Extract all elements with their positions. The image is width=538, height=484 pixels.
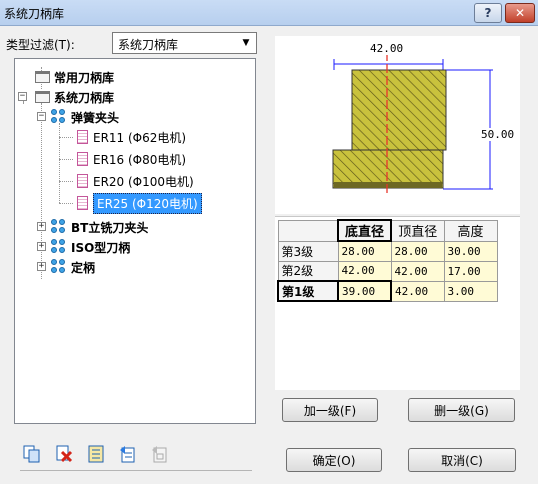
table-row[interactable]: 第3级 28.00 28.00 30.00 [277, 240, 498, 262]
expand-icon[interactable]: + [37, 262, 46, 271]
cancel-label: 取消(C) [441, 453, 483, 468]
add-level-button[interactable]: 加一级(F) [282, 398, 378, 422]
export-button[interactable] [116, 442, 140, 466]
delete-level-label: 删一级(G) [434, 403, 489, 418]
filter-label: 类型过滤(T): [6, 38, 75, 52]
properties-icon [88, 445, 104, 463]
tree-item-label: 定柄 [71, 260, 96, 275]
holder-icon [77, 130, 88, 144]
holder-profile-drawing [332, 52, 493, 196]
title-bar: 系统刀柄库 ? ✕ [0, 0, 538, 26]
holder-icon [77, 174, 88, 188]
tree-item-collet-chuck[interactable]: 弹簧夹头 [51, 107, 119, 127]
ok-button[interactable]: 确定(O) [286, 448, 382, 472]
collapse-icon[interactable]: − [37, 112, 46, 121]
delete-level-button[interactable]: 删一级(G) [408, 398, 515, 422]
bottom-diameter-cell[interactable]: 42.00 [337, 260, 392, 282]
top-diameter-cell[interactable]: 42.00 [390, 280, 445, 302]
type-filter-value: 系统刀柄库 [118, 38, 179, 52]
tree-item-label: BT立铣刀夹头 [71, 220, 149, 235]
window-title: 系统刀柄库 [4, 7, 65, 21]
holder-icon [77, 196, 88, 210]
help-button[interactable]: ? [474, 3, 502, 23]
collapse-icon[interactable]: − [18, 92, 27, 101]
folder-icon [35, 91, 50, 103]
tree-toolbar [20, 442, 172, 466]
chevron-down-icon[interactable]: ▼ [238, 35, 254, 51]
import-icon [152, 446, 167, 463]
row-label: 第1级 [277, 280, 339, 302]
tree-item-iso-holder[interactable]: ISO型刀柄 [51, 237, 130, 257]
tree-item-er16[interactable]: ER16 (Φ80电机) [77, 149, 186, 169]
tree-item-label-selected: ER25 (Φ120电机) [93, 192, 202, 214]
folder-icon [35, 71, 50, 83]
height-cell[interactable]: 17.00 [443, 260, 498, 282]
top-diameter-dimension: 42.00 [370, 42, 404, 55]
properties-button[interactable] [84, 442, 108, 466]
row-label: 第3级 [277, 240, 339, 262]
holder-group-icon [51, 239, 67, 255]
tree-item-label: ER16 (Φ80电机) [93, 152, 187, 167]
expand-icon[interactable]: + [37, 242, 46, 251]
tree-item-label: 常用刀柄库 [54, 70, 115, 85]
tree-item-label: 系统刀柄库 [54, 90, 115, 105]
ok-label: 确定(O) [312, 453, 356, 468]
tree-item-er11[interactable]: ER11 (Φ62电机) [77, 127, 186, 147]
copy-button[interactable] [20, 442, 44, 466]
delete-button[interactable] [52, 442, 76, 466]
table-row-active[interactable]: 第1级 39.00 42.00 3.00 [277, 280, 498, 302]
bottom-diameter-cell[interactable]: 39.00 [337, 280, 392, 302]
row-label: 第2级 [277, 260, 339, 282]
tree-item-label: ISO型刀柄 [71, 240, 131, 255]
delete-icon [56, 445, 73, 463]
column-header-top-diameter[interactable]: 顶直径 [390, 219, 445, 242]
table-row[interactable]: 第2级 42.00 42.00 17.00 [277, 260, 498, 282]
help-icon: ? [484, 6, 492, 20]
tree-item-er20[interactable]: ER20 (Φ100电机) [77, 171, 194, 191]
top-diameter-cell[interactable]: 28.00 [390, 240, 445, 262]
tree-item-common-library[interactable]: 常用刀柄库 [35, 67, 114, 87]
add-level-label: 加一级(F) [303, 403, 357, 418]
bottom-diameter-cell[interactable]: 28.00 [337, 240, 392, 262]
column-header-bottom-diameter[interactable]: 底直径 [337, 219, 392, 242]
import-button[interactable] [148, 442, 172, 466]
cancel-button[interactable]: 取消(C) [408, 448, 516, 472]
holder-group-icon [51, 259, 67, 275]
height-cell[interactable]: 3.00 [443, 280, 498, 302]
expand-icon[interactable]: + [37, 222, 46, 231]
tree-item-bt-holder[interactable]: BT立铣刀夹头 [51, 217, 148, 237]
top-diameter-cell[interactable]: 42.00 [390, 260, 445, 282]
level-table: 底直径 顶直径 高度 第3级 28.00 28.00 30.00 第2级 42.… [275, 216, 520, 390]
table-header-row: 底直径 顶直径 高度 [277, 219, 498, 242]
copy-icon [23, 445, 40, 463]
column-header-height[interactable]: 高度 [443, 219, 498, 242]
height-dimension: 50.00 [481, 128, 515, 141]
type-filter-select[interactable]: 系统刀柄库 ▼ [112, 32, 257, 54]
table-corner-cell [277, 219, 339, 242]
tree-item-fixed-holder[interactable]: 定柄 [51, 257, 95, 277]
toolbar-divider [20, 470, 252, 471]
close-button[interactable]: ✕ [505, 3, 535, 23]
tree-item-er25[interactable]: ER25 (Φ120电机) [77, 192, 202, 214]
tree-item-system-library[interactable]: 系统刀柄库 [35, 87, 114, 107]
holder-icon [77, 152, 88, 166]
close-icon: ✕ [514, 6, 526, 20]
holder-preview: 42.00 50.00 [275, 36, 520, 214]
export-icon [120, 446, 135, 463]
height-cell[interactable]: 30.00 [443, 240, 498, 262]
holder-tree[interactable]: 常用刀柄库 − 系统刀柄库 − 弹簧夹头 ER11 (Φ62电机) ER16 (… [14, 58, 256, 424]
holder-group-icon [51, 219, 67, 235]
collet-group-icon [51, 109, 67, 125]
tree-item-label: ER11 (Φ62电机) [93, 130, 187, 145]
tree-item-label: 弹簧夹头 [71, 110, 120, 125]
tree-item-label: ER20 (Φ100电机) [93, 174, 194, 189]
